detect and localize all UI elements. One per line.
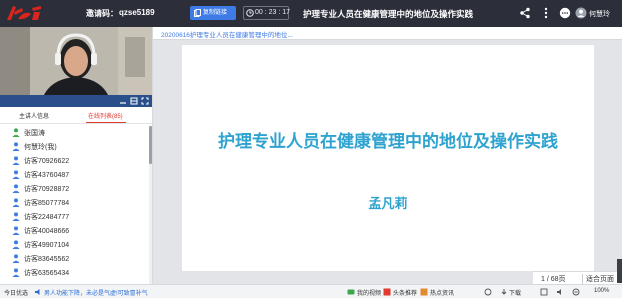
copy-link-label: 复制链接 [203,10,228,16]
download-icon [501,289,507,295]
slide-page: 护理专业人员在健康管理中的地位及操作实践 孟凡莉 [182,45,594,271]
status-download[interactable]: 下载 [509,288,521,297]
expand-icon[interactable] [141,97,149,105]
more-icon[interactable] [540,7,552,19]
host-user-icon [12,128,20,137]
participant-name: 访客83645562 [24,256,70,263]
slide-author: 孟凡莉 [368,196,408,211]
participant-row[interactable]: 何慧玲(我) [0,140,148,153]
user-icon [12,142,20,151]
current-user-name: 何慧玲 [589,11,610,18]
sound-icon[interactable] [556,288,564,296]
session-timer: 00 : 23 : 17 [243,6,291,20]
status-hot-news[interactable]: 热点资讯 [430,288,454,297]
invite-code-value: qzse5189 [119,8,155,17]
status-bar: 今日优选 男人功能下降，未必是气虚!可致冒补气 我的视频 头条推荐 热点资讯 下… [0,284,622,298]
active-tab-indicator [86,122,126,123]
side-scroll-handle[interactable] [617,259,622,283]
user-icon [12,240,20,249]
participant-row[interactable]: 访客70928872 [0,182,148,195]
participant-name: 访客70926622 [24,158,70,165]
participant-name: 访客22484777 [24,214,70,221]
participant-name: 访客49907104 [24,242,70,249]
app-logo-icon [7,6,41,20]
participant-name: 张国涛 [24,130,45,137]
status-today-picks[interactable]: 今日优选 [4,288,28,297]
tab-online-list[interactable]: 在线列表(85) [88,111,123,120]
participant-name: 访客70928872 [24,186,70,193]
slide-title: 护理专业人员在健康管理中的地位及操作实践 [218,132,558,151]
hot-news-icon [420,288,428,296]
clock-icon [246,9,254,17]
user-icon [12,198,20,207]
invite-code-label: 邀请码： [86,9,118,18]
participant-name: 访客40048666 [24,228,70,235]
left-panel: 主讲人信息 在线列表(85) 张国涛 何慧玲(我) 访客70926622 访客4… [0,27,153,284]
presenter-video [0,27,152,107]
participant-row[interactable]: 访客83645562 [0,252,148,265]
zoom-level[interactable]: 100% [594,288,609,294]
participant-row[interactable]: 张国涛 [0,126,148,139]
participant-name: 访客85077784 [24,200,70,207]
copy-link-button[interactable]: 复制链接 [190,6,236,20]
participant-row[interactable]: 访客49907104 [0,238,148,251]
minimize-icon[interactable] [119,97,127,105]
document-tab-label: 20200616护理专业人员在健康管理中的地位... [161,32,293,39]
page-title: 护理专业人员在健康管理中的地位及操作实践 [303,9,474,19]
participant-scroll-thumb[interactable] [149,126,152,164]
top-bar: 邀请码： qzse5189 复制链接 00 : 23 : 17 护理专业人员在健… [0,0,622,27]
user-icon [12,184,20,193]
headline-icon [383,288,391,296]
participant-row[interactable]: 访客40048666 [0,224,148,237]
switch-view-icon[interactable] [130,97,138,105]
status-my-videos[interactable]: 我的视频 [357,288,381,297]
status-news-ticker[interactable]: 男人功能下降，未必是气虚!可致冒补气 [44,288,148,297]
copy-icon [194,9,201,17]
participant-row[interactable]: 访客70926622 [0,154,148,167]
page-indicator[interactable]: 1 / 68页 [541,274,566,284]
user-icon [12,170,20,179]
app-window: 邀请码： qzse5189 复制链接 00 : 23 : 17 护理专业人员在健… [0,0,622,298]
participant-row[interactable]: 访客43760487 [0,168,148,181]
chat-icon[interactable] [559,7,571,19]
window-icon[interactable] [540,288,548,296]
avatar-icon[interactable] [575,7,587,19]
user-icon [12,268,20,277]
left-tabs: 主讲人信息 在线列表(85) [0,107,152,124]
share-icon[interactable] [519,7,531,19]
participant-name: 访客63565434 [24,270,70,277]
video-icon [347,289,355,295]
participant-row[interactable]: 访客85077784 [0,196,148,209]
timer-value: 00 : 23 : 17 [255,9,291,16]
status-headline[interactable]: 头条推荐 [393,288,417,297]
user-icon [12,254,20,263]
tab-presenter-info[interactable]: 主讲人信息 [19,111,49,120]
speaker-icon [35,289,40,295]
user-icon [12,212,20,221]
fit-page-select[interactable]: 适合页面 ▲ [582,274,622,284]
document-viewer: 20200616护理专业人员在健康管理中的地位... 护理专业人员在健康管理中的… [153,27,622,284]
user-icon [12,156,20,165]
participant-name: 何慧玲(我) [24,144,57,151]
sync-icon[interactable] [484,288,492,296]
page-controls: 1 / 68页 适合页面 ▲ [533,271,622,284]
video-control-bar [0,95,152,107]
user-icon [12,226,20,235]
participant-row[interactable]: 访客63565434 [0,266,148,279]
zoom-out-icon[interactable] [572,288,580,296]
participant-row[interactable]: 访客22484777 [0,210,148,223]
document-tab[interactable]: 20200616护理专业人员在健康管理中的地位... [153,27,622,40]
participant-name: 访客43760487 [24,172,70,179]
